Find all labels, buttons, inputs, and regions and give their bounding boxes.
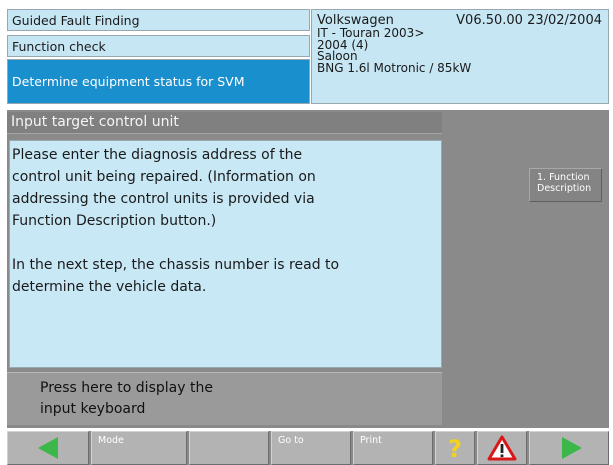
instruction-text: Please enter the diagnosis address of th… (9, 140, 442, 368)
app-title: Guided Fault Finding (7, 9, 310, 31)
keyboard-label-1: Press here to display the (40, 380, 213, 396)
function-description-label-1: 1. Function (537, 172, 590, 183)
bottom-toolbar: Mode Go to Print ? (7, 431, 609, 465)
vehicle-year: 2004 (4) (317, 37, 369, 52)
help-button[interactable]: ? (435, 431, 475, 465)
instruction-line: Function Description button.) (12, 213, 217, 229)
instruction-line: Please enter the diagnosis address of th… (12, 147, 303, 163)
instruction-line: determine the vehicle data. (12, 279, 207, 295)
current-task: Determine equipment status for SVM (7, 59, 310, 104)
show-keyboard-button[interactable]: Press here to display the input keyboard (7, 372, 442, 425)
warning-button[interactable] (477, 431, 527, 465)
question-mark-icon: ? (448, 436, 462, 460)
back-button[interactable] (7, 431, 89, 465)
section-title: Input target control unit (7, 112, 442, 134)
vehicle-info: Volkswagen V06.50.00 23/02/2004 IT - Tou… (311, 9, 609, 104)
instruction-line: control unit being repaired. (Informatio… (12, 169, 316, 185)
main-panel: Input target control unit Please enter t… (7, 110, 609, 428)
arrow-left-icon (38, 437, 58, 459)
function-label: Function check (7, 35, 310, 57)
blank-button[interactable] (189, 431, 269, 465)
svg-text:?: ? (448, 436, 462, 460)
instruction-line: In the next step, the chassis number is … (12, 257, 340, 273)
mode-label: Mode (98, 435, 124, 446)
header-left: Guided Fault Finding Function check Dete… (7, 9, 310, 104)
keyboard-label-2: input keyboard (40, 401, 146, 417)
arrow-right-icon (562, 437, 582, 459)
screen: Guided Fault Finding Function check Dete… (0, 0, 613, 465)
function-description-label-2: Description (537, 183, 592, 194)
print-label: Print (360, 435, 382, 446)
mode-button[interactable]: Mode (91, 431, 187, 465)
goto-label: Go to (278, 435, 304, 446)
vehicle-engine: BNG 1.6l Motronic / 85kW (317, 60, 472, 75)
software-version: V06.50.00 23/02/2004 (456, 13, 602, 28)
print-button[interactable]: Print (353, 431, 433, 465)
goto-button[interactable]: Go to (271, 431, 351, 465)
forward-button[interactable] (529, 431, 609, 465)
warning-triangle-icon (487, 435, 517, 461)
instruction-line: addressing the control units is provided… (12, 191, 315, 207)
function-description-button[interactable]: 1. Function Description (529, 168, 602, 202)
